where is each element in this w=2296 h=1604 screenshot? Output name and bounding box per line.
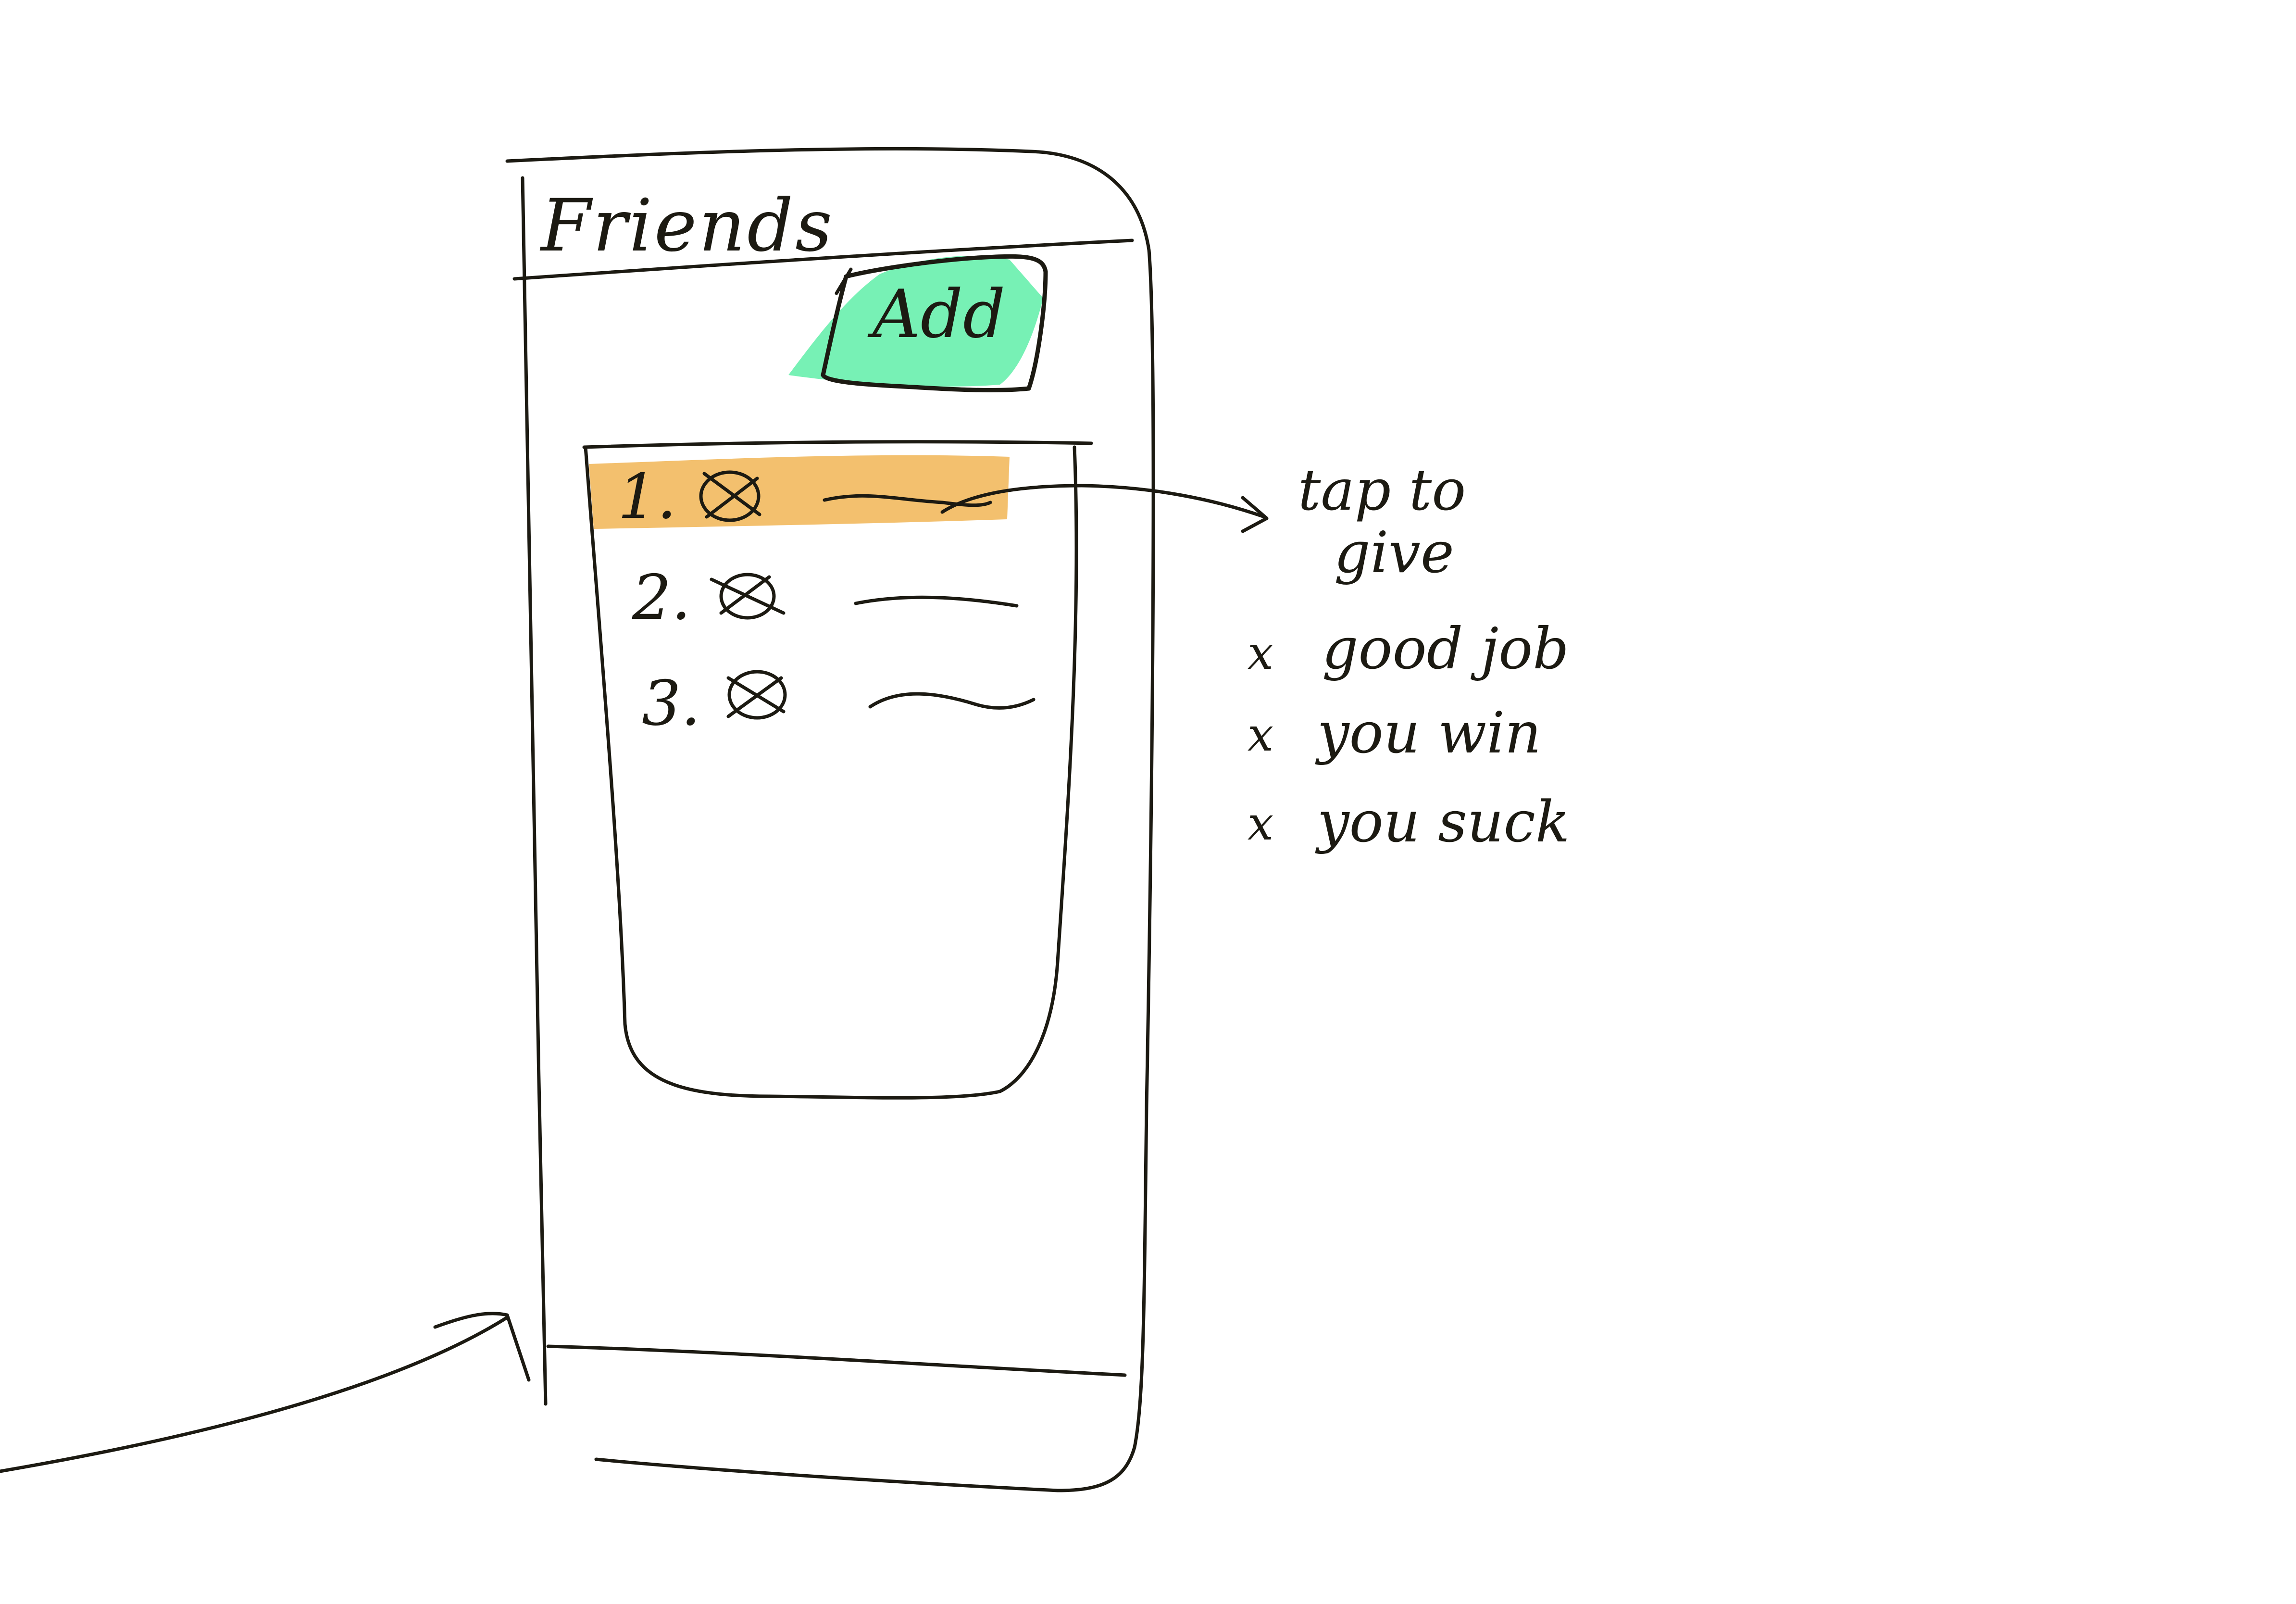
add-button[interactable]: Add: [873, 281, 1005, 348]
annotation-line: tap to: [1298, 457, 1466, 523]
page-title: Friends: [541, 184, 835, 268]
tab-bar-divider: [546, 1344, 1127, 1377]
sketch-canvas: Friends Add 1. 2. 3. tap to give x good …: [0, 0, 2296, 1604]
wireframe-drawing: [0, 147, 1269, 1492]
pointer-arrow: [0, 1312, 531, 1473]
list-item-friend-2[interactable]: [596, 563, 1029, 635]
option-marker: x: [1248, 708, 1274, 762]
option-marker: x: [1248, 626, 1274, 680]
list-panel: [582, 440, 1093, 1100]
list-item-friend-3[interactable]: [601, 664, 1038, 736]
list-item-friend-1[interactable]: [589, 457, 1007, 529]
annotation-line: give: [1334, 519, 1454, 586]
option-marker: x: [1248, 797, 1274, 851]
option-good-job: good job: [1322, 615, 1569, 682]
option-you-suck: you suck: [1317, 789, 1570, 855]
option-you-win: you win: [1317, 700, 1541, 766]
